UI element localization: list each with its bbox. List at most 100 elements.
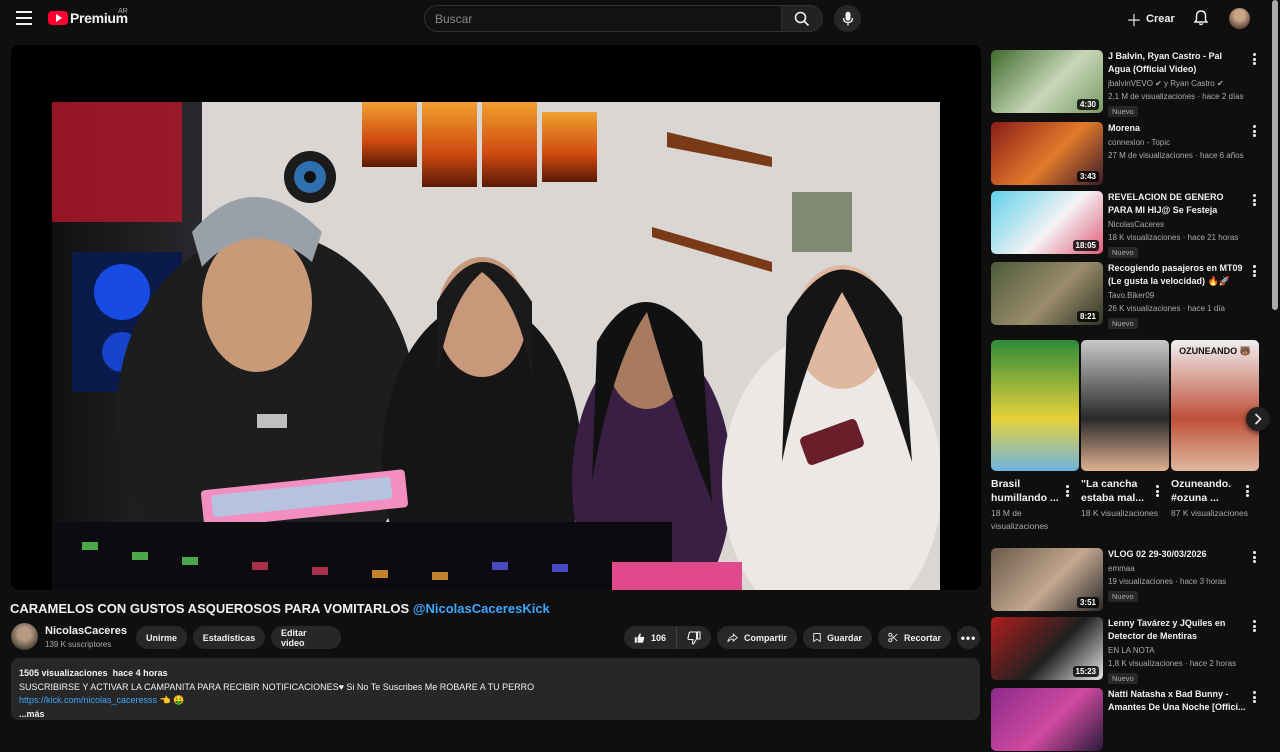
related-video-channel[interactable]: EN LA NOTA	[1108, 646, 1155, 655]
upload-time: hace 4 horas	[112, 668, 168, 678]
video-thumbnail[interactable]: 8:21	[991, 262, 1103, 325]
related-video-channel[interactable]: connexion - Topic	[1108, 138, 1170, 147]
video-thumbnail[interactable]: 15:23	[991, 617, 1103, 680]
plus-icon: ＋	[1126, 13, 1143, 30]
join-button[interactable]: Unirme	[136, 626, 187, 649]
edit-video-button[interactable]: Editar video	[271, 626, 341, 649]
search-button[interactable]	[781, 5, 823, 32]
related-video-meta: 27 M de visualizaciones · hace 6 años	[1108, 151, 1244, 160]
short-thumbnail[interactable]	[1081, 340, 1169, 471]
search-input[interactable]: Buscar	[424, 5, 782, 32]
related-video-item[interactable]: 3:43 Morena connexion - Topic 27 M de visua…	[991, 122, 1261, 186]
channel-name[interactable]: NicolasCaceres	[45, 625, 127, 637]
subscriber-count: 139 K suscriptores	[45, 640, 112, 649]
related-video-item[interactable]: Natti Natasha x Bad Bunny - Amantes De U…	[991, 688, 1261, 752]
video-thumbnail[interactable]: 3:51	[991, 548, 1103, 611]
share-label: Compartir	[743, 632, 787, 643]
clip-button[interactable]: Recortar	[878, 626, 951, 649]
short-overlay-text: OZUNEANDO 🐻	[1179, 346, 1251, 356]
kick-link[interactable]: https://kick.com/nicolas_caceresss	[19, 695, 157, 705]
stats-button[interactable]: Estadísticas	[193, 626, 265, 649]
new-badge: Nuevo	[1108, 318, 1138, 329]
related-video-item[interactable]: 15:23 Lenny Tavárez y JQuiles en Detector…	[991, 617, 1261, 684]
top-bar: Premium AR Buscar ＋ Crear	[0, 0, 1280, 38]
short-title[interactable]: Ozuneando. #ozuna ...	[1171, 477, 1243, 505]
more-vert-icon[interactable]	[1253, 125, 1256, 137]
more-vert-icon[interactable]	[1156, 485, 1159, 497]
create-label: Crear	[1146, 13, 1175, 25]
search-icon	[794, 11, 810, 26]
more-vert-icon[interactable]	[1253, 265, 1256, 277]
menu-icon[interactable]	[16, 11, 32, 25]
related-video-item[interactable]: 4:30 J Balvin, Ryan Castro - Pal Agua (Of…	[991, 50, 1261, 117]
related-video-item[interactable]: 18:05 REVELACION DE GENERO PARA MI HIJ@ S…	[991, 191, 1261, 258]
new-badge: Nuevo	[1108, 106, 1138, 117]
related-video-meta: 18 K visualizaciones · hace 21 horas	[1108, 233, 1239, 242]
more-actions-button[interactable]: •••	[957, 626, 980, 649]
short-thumbnail[interactable]: OZUNEANDO 🐻	[1171, 340, 1259, 471]
like-button[interactable]: 106	[624, 626, 677, 649]
duration-badge: 3:51	[1076, 597, 1099, 608]
short-title[interactable]: Brasil humillando ...	[991, 477, 1063, 505]
voice-search-button[interactable]	[834, 5, 861, 32]
more-vert-icon[interactable]	[1253, 551, 1256, 563]
related-video-title[interactable]: Natti Natasha x Bad Bunny - Amantes De U…	[1108, 688, 1246, 714]
more-vert-icon[interactable]	[1253, 53, 1256, 65]
shorts-next-button[interactable]	[1246, 407, 1270, 431]
related-video-title[interactable]: Lenny Tavárez y JQuiles en Detector de M…	[1108, 617, 1246, 643]
share-button[interactable]: Compartir	[717, 626, 797, 649]
related-video-title[interactable]: VLOG 02 29-30/03/2026	[1108, 548, 1246, 561]
more-horizontal-icon: •••	[960, 630, 977, 645]
related-video-item[interactable]: 3:51 VLOG 02 29-30/03/2026 emmaa 19 visuali…	[991, 548, 1261, 612]
video-still	[52, 102, 940, 590]
related-video-title[interactable]: REVELACION DE GENERO PARA MI HIJ@ Se Fes…	[1108, 191, 1246, 217]
more-vert-icon[interactable]	[1253, 691, 1256, 703]
video-title-mention[interactable]: @NicolasCaceresKick	[413, 601, 550, 616]
more-vert-icon[interactable]	[1253, 194, 1256, 206]
like-count: 106	[650, 632, 666, 643]
short-item[interactable]: "La cancha estaba mal... 18 K visualizaci…	[1081, 340, 1169, 520]
short-item[interactable]: Brasil humillando ... 18 M de visualizaci…	[991, 340, 1079, 533]
more-vert-icon[interactable]	[1246, 485, 1249, 497]
related-video-item[interactable]: 8:21 Recogiendo pasajeros en MT09 (Le gus…	[991, 262, 1261, 329]
notifications-button[interactable]	[1192, 9, 1210, 27]
bookmark-icon	[813, 633, 821, 643]
related-video-title[interactable]: Morena	[1108, 122, 1246, 135]
more-vert-icon[interactable]	[1253, 620, 1256, 632]
video-thumbnail[interactable]: 3:43	[991, 122, 1103, 185]
chevron-right-icon	[1254, 413, 1262, 425]
description-box[interactable]: 1505 visualizaciones hace 4 horas SUSCRI…	[11, 658, 980, 720]
more-vert-icon[interactable]	[1066, 485, 1069, 497]
create-button[interactable]: ＋ Crear	[1126, 9, 1175, 30]
video-thumbnail[interactable]: 18:05	[991, 191, 1103, 254]
search-placeholder: Buscar	[435, 11, 473, 26]
scrollbar[interactable]	[1270, 0, 1280, 720]
related-video-channel[interactable]: emmaa	[1108, 564, 1135, 573]
short-title[interactable]: "La cancha estaba mal...	[1081, 477, 1153, 505]
related-video-channel[interactable]: Tavo.Biker09	[1108, 291, 1154, 300]
channel-avatar[interactable]	[11, 623, 38, 650]
logo-region: AR	[118, 8, 128, 15]
short-item[interactable]: OZUNEANDO 🐻 Ozuneando. #ozuna ... 87 K vis…	[1171, 340, 1259, 520]
show-more-button[interactable]: ...más	[19, 708, 972, 722]
related-video-channel[interactable]: NicolasCaceres	[1108, 220, 1164, 229]
video-title: CARAMELOS CON GUSTOS ASQUEROSOS PARA VOM…	[10, 601, 550, 616]
short-thumbnail[interactable]	[991, 340, 1079, 471]
scrollbar-thumb[interactable]	[1272, 0, 1278, 310]
short-views: 18 K visualizaciones	[1081, 508, 1159, 518]
related-video-meta: 2,1 M de visualizaciones · hace 2 días	[1108, 92, 1244, 101]
related-video-title[interactable]: J Balvin, Ryan Castro - Pal Agua (Offici…	[1108, 50, 1246, 76]
youtube-premium-logo[interactable]: Premium AR	[48, 8, 128, 26]
duration-badge: 4:30	[1076, 99, 1099, 110]
account-avatar[interactable]	[1229, 8, 1250, 29]
video-player[interactable]	[11, 45, 981, 590]
link-emoji: 👈 🤑	[157, 695, 185, 705]
save-button[interactable]: Guardar	[803, 626, 872, 649]
view-count: 1505 visualizaciones	[19, 668, 108, 678]
dislike-button[interactable]	[677, 626, 711, 649]
video-thumbnail[interactable]: 4:30	[991, 50, 1103, 113]
thumbs-down-icon	[687, 630, 701, 645]
video-frame	[52, 102, 940, 590]
related-video-channel[interactable]: jbalvinVEVO ✔ y Ryan Castro ✔	[1108, 79, 1224, 88]
related-video-title[interactable]: Recogiendo pasajeros en MT09 (Le gusta l…	[1108, 262, 1246, 288]
